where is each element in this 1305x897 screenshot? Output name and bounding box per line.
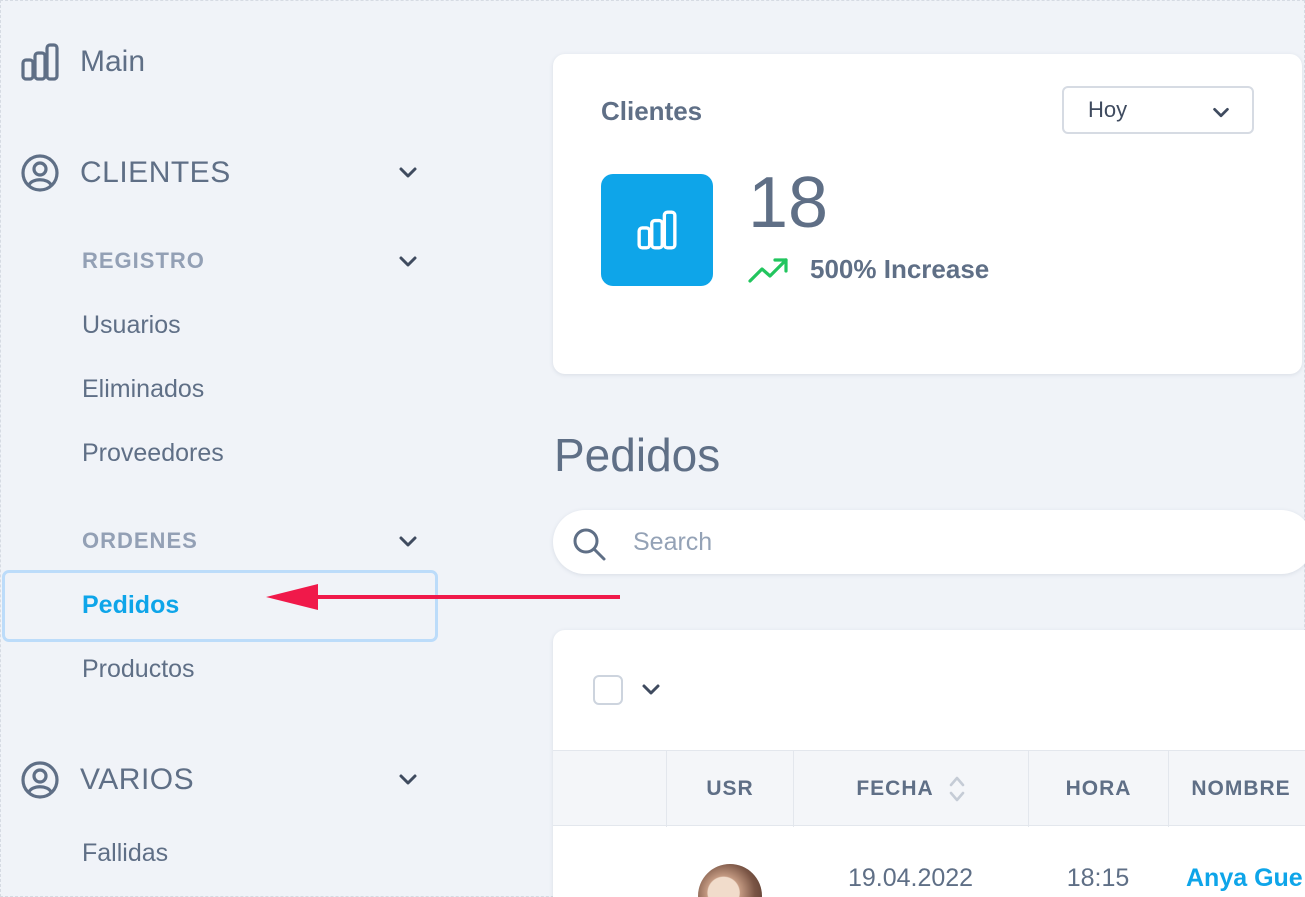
usr-cell — [666, 826, 793, 897]
period-select[interactable]: Hoy — [1062, 86, 1254, 134]
column-header-fecha[interactable]: FECHA — [793, 751, 1028, 827]
stat-trend: 500% Increase — [748, 254, 989, 285]
chevron-down-icon — [1213, 107, 1229, 118]
table-header: USR FECHA HORA NOMBRE — [553, 750, 1305, 827]
stat-icon-tile — [601, 174, 713, 286]
trending-up-icon — [748, 257, 788, 283]
search-bar[interactable] — [553, 510, 1305, 574]
chevron-down-icon — [399, 256, 417, 267]
table-row[interactable]: 19.04.2022 18:15 Anya Gue — [553, 826, 1305, 897]
user-circle-icon — [21, 761, 59, 799]
user-circle-icon — [21, 154, 59, 192]
sidebar-group-registro[interactable]: REGISTRO — [82, 246, 420, 276]
chevron-down-icon — [399, 774, 417, 785]
group-label: REGISTRO — [82, 248, 205, 273]
bulk-select[interactable] — [593, 675, 663, 705]
date-cell: 19.04.2022 — [847, 863, 974, 892]
orders-table-card: USR FECHA HORA NOMBRE 19.04.2022 18:15 A… — [553, 630, 1305, 897]
sidebar-item-fallidas[interactable]: Fallidas — [82, 839, 168, 868]
column-header-select — [553, 751, 666, 827]
section-label: CLIENTES — [80, 156, 231, 189]
sidebar-item-pedidos[interactable]: Pedidos — [82, 591, 179, 620]
pointer-arrow-annotation — [266, 584, 620, 610]
sidebar: Main CLIENTES REGISTRO Usuarios Eliminad… — [0, 0, 450, 897]
chevron-down-icon[interactable] — [639, 678, 663, 702]
avatar — [697, 864, 762, 897]
sidebar-item-main[interactable]: Main — [20, 40, 145, 84]
sort-icon[interactable] — [948, 774, 966, 804]
sidebar-item-proveedores[interactable]: Proveedores — [82, 439, 224, 468]
column-header-usr[interactable]: USR — [666, 751, 793, 827]
row-select-cell — [553, 826, 666, 897]
select-all-checkbox[interactable] — [593, 675, 623, 705]
sidebar-section-clientes[interactable]: CLIENTES — [20, 151, 420, 195]
bar-chart-icon — [21, 43, 59, 81]
period-select-value: Hoy — [1088, 97, 1128, 122]
sidebar-item-usuarios[interactable]: Usuarios — [82, 311, 181, 340]
sidebar-group-ordenes[interactable]: ORDENES — [82, 526, 420, 556]
group-label: ORDENES — [82, 528, 198, 553]
sidebar-section-varios[interactable]: VARIOS — [20, 758, 420, 802]
clientes-stat-card: Clientes Hoy 18 500% Increase — [553, 54, 1302, 374]
chevron-down-icon — [399, 536, 417, 547]
name-link[interactable]: Anya Gue — [1168, 826, 1305, 897]
bar-chart-icon — [637, 210, 677, 250]
column-header-nombre[interactable]: NOMBRE — [1168, 751, 1305, 827]
time-cell: 18:15 — [1066, 863, 1130, 892]
sidebar-item-productos[interactable]: Productos — [82, 655, 195, 684]
column-header-hora[interactable]: HORA — [1028, 751, 1168, 827]
stat-card-title: Clientes — [601, 96, 703, 126]
sidebar-item-eliminados[interactable]: Eliminados — [82, 375, 204, 404]
search-input[interactable] — [633, 522, 1233, 562]
chevron-down-icon — [399, 167, 417, 178]
column-header-label: FECHA — [856, 777, 934, 800]
sidebar-item-label: Main — [80, 45, 146, 78]
stat-trend-text: 500% Increase — [810, 254, 990, 284]
section-label: VARIOS — [80, 763, 195, 796]
search-icon — [573, 528, 606, 561]
stat-value: 18 — [748, 163, 829, 243]
page-title: Pedidos — [554, 429, 721, 481]
